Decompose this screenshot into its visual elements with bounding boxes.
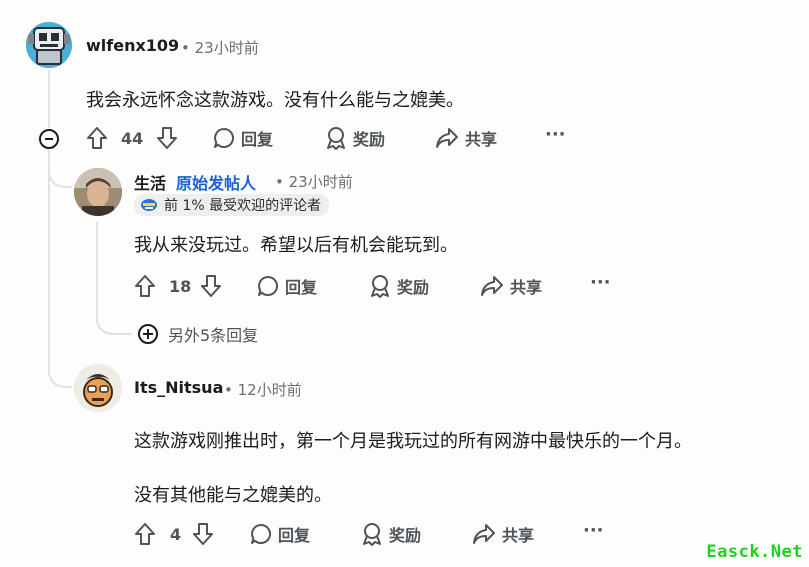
reply-button[interactable]: 回复: [213, 126, 273, 150]
downvote-button[interactable]: [200, 274, 222, 298]
op-label: 原始发帖人: [176, 174, 257, 193]
award-label: 奖励: [353, 130, 386, 149]
award-label: 奖励: [389, 526, 422, 545]
more-options-button[interactable]: ···: [583, 520, 604, 541]
robot-avatar-icon: [26, 22, 72, 68]
cartoon-avatar-icon: [74, 364, 122, 412]
award-button[interactable]: 奖励: [325, 126, 385, 150]
thread-curve-more: [96, 300, 132, 335]
comment-body: 我会永远怀念这款游戏。没有什么能与之媲美。: [86, 90, 464, 111]
reply-label: 回复: [241, 130, 274, 149]
user-flair[interactable]: 生活: [134, 170, 166, 194]
comment-bubble-icon: [251, 524, 271, 544]
upvote-button[interactable]: [86, 126, 108, 150]
award-label: 奖励: [397, 278, 430, 297]
award-icon: [327, 127, 345, 150]
share-icon: [481, 276, 503, 296]
thread-line-reply1: [96, 222, 98, 312]
vote-count: 44: [121, 129, 144, 148]
share-label: 共享: [465, 130, 498, 149]
reply-button[interactable]: 回复: [250, 522, 310, 546]
downvote-icon: [201, 275, 221, 297]
comment-bubble-icon: [258, 276, 278, 296]
collapse-icon[interactable]: [39, 129, 59, 149]
downvote-icon: [157, 127, 177, 149]
reply-button[interactable]: 回复: [257, 274, 317, 298]
share-button[interactable]: 共享: [435, 126, 497, 150]
award-icon: [371, 275, 389, 298]
timestamp[interactable]: • 12小时前: [224, 379, 302, 400]
award-icon: [363, 523, 381, 546]
thread-line-main: [48, 70, 50, 128]
downvote-icon: [193, 523, 213, 545]
comment-body-line1: 这款游戏刚推出时，第一个月是我玩过的所有网游中最快乐的一个月。: [134, 431, 692, 452]
vote-count: 18: [169, 277, 192, 296]
share-button[interactable]: 共享: [472, 522, 534, 546]
thread-curve-reply2: [48, 320, 72, 388]
user-photo-icon: [74, 168, 122, 216]
more-options-button[interactable]: ···: [590, 272, 611, 293]
username[interactable]: wlfenx109: [86, 36, 179, 55]
upvote-icon: [135, 275, 155, 297]
share-button[interactable]: 共享: [480, 274, 542, 298]
more-options-icon: ···: [583, 520, 604, 541]
award-button[interactable]: 奖励: [369, 274, 429, 298]
comment-body: 我从来没玩过。希望以后有机会能玩到。: [134, 235, 458, 256]
comment-bubble-icon: [214, 128, 234, 148]
vote-count: 4: [170, 525, 182, 544]
downvote-button[interactable]: [156, 126, 178, 150]
share-icon: [473, 524, 495, 544]
trophy-badge-icon: [141, 199, 157, 211]
award-button[interactable]: 奖励: [361, 522, 421, 546]
site-watermark: Easck.Net: [702, 541, 807, 563]
upvote-icon: [87, 127, 107, 149]
share-label: 共享: [502, 526, 535, 545]
share-label: 共享: [510, 278, 543, 297]
upvote-button[interactable]: [134, 274, 156, 298]
more-options-icon: ···: [590, 272, 611, 293]
timestamp[interactable]: • 23小时前: [181, 37, 259, 58]
top-commenter-badge: 前 1% 最受欢迎的评论者: [134, 194, 330, 216]
username[interactable]: Its_Nitsua: [134, 378, 223, 397]
comment-body-line2: 没有其他能与之媲美的。: [134, 485, 332, 506]
timestamp[interactable]: • 23小时前: [275, 171, 353, 192]
reply-label: 回复: [285, 278, 318, 297]
more-replies-link[interactable]: 另外5条回复: [138, 322, 258, 346]
more-replies-label: 另外5条回复: [168, 326, 259, 345]
share-icon: [436, 128, 458, 148]
more-options-button[interactable]: ···: [545, 124, 566, 145]
upvote-button[interactable]: [134, 522, 156, 546]
avatar[interactable]: [74, 168, 122, 216]
more-options-icon: ···: [545, 124, 566, 145]
reply-label: 回复: [278, 526, 311, 545]
upvote-icon: [135, 523, 155, 545]
avatar[interactable]: [26, 22, 72, 68]
expand-icon: [138, 324, 158, 344]
downvote-button[interactable]: [192, 522, 214, 546]
avatar[interactable]: [74, 364, 122, 412]
thread-curve-reply1: [48, 150, 72, 188]
badge-label: 前 1% 最受欢迎的评论者: [164, 198, 322, 214]
